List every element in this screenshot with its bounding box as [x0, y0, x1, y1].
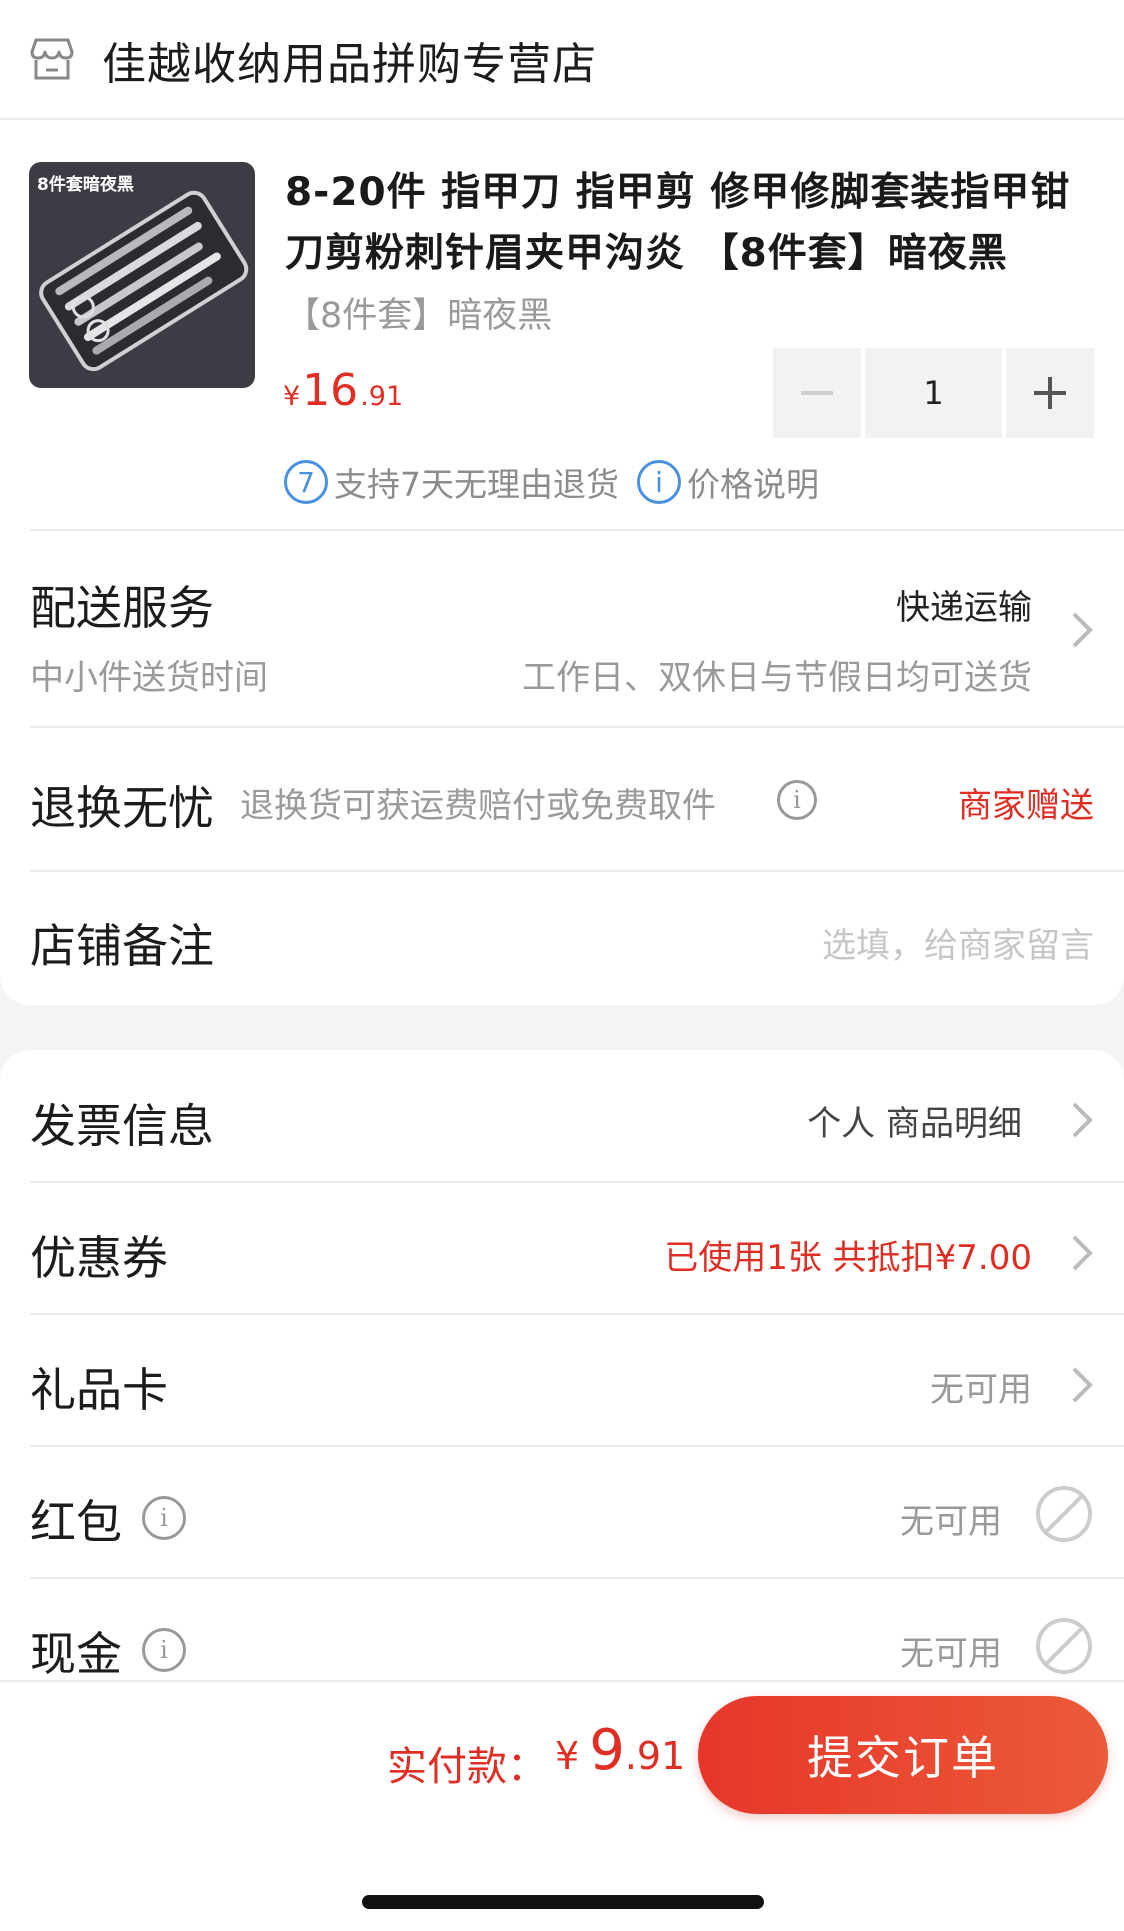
giftcard-value: 无可用 — [930, 1370, 1032, 1410]
pay-amount: ¥ 9 .91 — [555, 1718, 685, 1783]
price-integer: 16 — [302, 365, 359, 416]
delivery-subtitle: 中小件送货时间 — [30, 658, 268, 698]
payment-card: 发票信息 个人 商品明细 优惠券 已使用1张 共抵扣¥7.00 礼品卡 无可用 … — [0, 1050, 1124, 1790]
info-icon[interactable]: i — [142, 1628, 186, 1672]
pay-currency: ¥ — [555, 1734, 580, 1778]
plus-icon — [1034, 377, 1066, 409]
chevron-right-icon — [1072, 612, 1093, 648]
returns-tag: 商家赠送 — [958, 786, 1094, 826]
unavailable-icon — [1036, 1618, 1092, 1674]
invoice-value: 个人 商品明细 — [807, 1104, 1022, 1144]
increase-button[interactable] — [1006, 348, 1094, 438]
seven-day-return-icon: 7 — [284, 460, 328, 504]
minus-icon — [801, 391, 833, 395]
info-icon: i — [637, 460, 681, 504]
giftcard-title: 礼品卡 — [30, 1363, 168, 1417]
pay-label: 实付款： — [387, 1744, 547, 1790]
submit-order-button[interactable]: 提交订单 — [698, 1696, 1108, 1814]
divider — [30, 726, 1124, 728]
price-decimal: .91 — [360, 381, 404, 412]
redpacket-value: 无可用 — [900, 1502, 1002, 1542]
store-header[interactable]: 佳越收纳用品拼购专营店 — [0, 0, 1124, 120]
store-note-title: 店铺备注 — [30, 919, 214, 973]
divider — [30, 529, 1124, 531]
quantity-stepper: 1 — [773, 348, 1094, 438]
returns-title: 退换无忧 — [30, 781, 214, 835]
unavailable-icon — [1036, 1486, 1092, 1542]
nail-kit-image — [39, 190, 249, 372]
returns-desc: 退换货可获运费赔付或免费取件 — [240, 786, 716, 826]
pay-integer: 9 — [589, 1718, 625, 1783]
price-currency: ¥ — [283, 381, 301, 412]
home-indicator[interactable] — [362, 1895, 764, 1909]
product-price: ¥ 16 .91 — [283, 365, 403, 416]
store-name: 佳越收纳用品拼购专营店 — [102, 39, 597, 90]
divider — [30, 870, 1124, 872]
product-thumbnail[interactable]: 8件套暗夜黑 — [29, 162, 255, 388]
divider — [30, 1181, 1124, 1183]
chevron-right-icon — [1072, 1102, 1093, 1138]
chevron-right-icon — [1072, 1235, 1093, 1271]
delivery-schedule: 工作日、双休日与节假日均可送货 — [522, 658, 1032, 698]
store-note-input[interactable]: 选填，给商家留言 — [822, 918, 1094, 967]
order-card: 佳越收纳用品拼购专营店 8件套暗夜黑 8-20件 指甲刀 指甲剪 修甲修脚套装指… — [0, 0, 1124, 1005]
delivery-title: 配送服务 — [30, 581, 214, 635]
divider — [30, 1577, 1124, 1579]
coupon-title: 优惠券 — [30, 1231, 168, 1285]
divider — [30, 1445, 1124, 1447]
delivery-method: 快递运输 — [896, 588, 1032, 628]
chevron-right-icon — [1072, 1367, 1093, 1403]
quantity-value[interactable]: 1 — [865, 348, 1002, 438]
return-policy-text[interactable]: 支持7天无理由退货 — [334, 458, 619, 506]
invoice-title: 发票信息 — [30, 1099, 214, 1153]
pay-decimal: .91 — [624, 1734, 686, 1778]
product-promos: 7 支持7天无理由退货 i 价格说明 — [284, 458, 819, 506]
divider — [30, 1313, 1124, 1315]
cash-title: 现金 — [30, 1627, 122, 1681]
decrease-button[interactable] — [773, 348, 861, 438]
coupon-value: 已使用1张 共抵扣¥7.00 — [664, 1238, 1032, 1278]
redpacket-title: 红包 — [30, 1495, 122, 1549]
product-variant[interactable]: 【8件套】暗夜黑 — [285, 287, 552, 338]
product-title[interactable]: 8-20件 指甲刀 指甲剪 修甲修脚套装指甲钳刀剪粉刺针眉夹甲沟炎 【8件套】暗… — [285, 162, 1095, 284]
checkout-bar: 实付款： ¥ 9 .91 提交订单 — [0, 1680, 1124, 1931]
store-icon — [30, 38, 74, 80]
price-note-link[interactable]: 价格说明 — [687, 458, 819, 506]
info-icon[interactable]: i — [142, 1496, 186, 1540]
cash-value: 无可用 — [900, 1634, 1002, 1674]
info-icon[interactable]: i — [777, 780, 817, 820]
